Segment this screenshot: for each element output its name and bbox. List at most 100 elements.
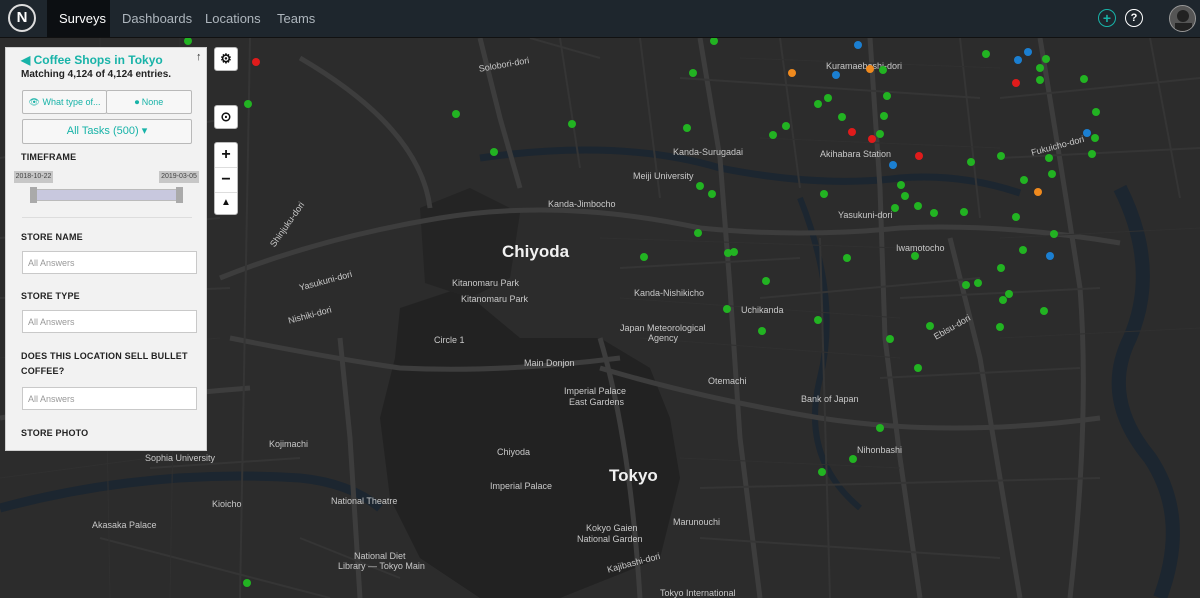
map-pin[interactable] xyxy=(820,190,828,198)
map-pin[interactable] xyxy=(930,209,938,217)
map-pin[interactable] xyxy=(868,135,876,143)
map-pin[interactable] xyxy=(490,148,498,156)
map-pin[interactable] xyxy=(876,130,884,138)
map-pin[interactable] xyxy=(1083,129,1091,137)
map-pin[interactable] xyxy=(1024,48,1032,56)
map-pin[interactable] xyxy=(982,50,990,58)
map-pin[interactable] xyxy=(568,120,576,128)
locate-button[interactable]: ⊙ xyxy=(214,105,238,129)
map-pin[interactable] xyxy=(244,100,252,108)
map-pin[interactable] xyxy=(1091,134,1099,142)
map-pin[interactable] xyxy=(1048,170,1056,178)
add-icon[interactable]: + xyxy=(1098,9,1116,27)
question-filter-button[interactable]: 👁 What type of... xyxy=(22,90,107,114)
map-pin[interactable] xyxy=(926,322,934,330)
map-pin[interactable] xyxy=(960,208,968,216)
timeframe-end-handle[interactable] xyxy=(176,187,183,203)
help-icon[interactable]: ? xyxy=(1125,9,1143,27)
map-pin[interactable] xyxy=(914,364,922,372)
map-pin[interactable] xyxy=(1036,76,1044,84)
map-pin[interactable] xyxy=(1046,252,1054,260)
map-pin[interactable] xyxy=(1019,246,1027,254)
map-pin[interactable] xyxy=(769,131,777,139)
map-pin[interactable] xyxy=(1045,154,1053,162)
map-pin[interactable] xyxy=(788,69,796,77)
map-pin[interactable] xyxy=(640,253,648,261)
map-pin[interactable] xyxy=(1042,55,1050,63)
map-pin[interactable] xyxy=(897,181,905,189)
timeframe-start-handle[interactable] xyxy=(30,187,37,203)
map-pin[interactable] xyxy=(962,281,970,289)
map-pin[interactable] xyxy=(814,100,822,108)
user-avatar[interactable] xyxy=(1169,5,1196,32)
map-pin[interactable] xyxy=(1092,108,1100,116)
map-pin[interactable] xyxy=(689,69,697,77)
zoom-in-button[interactable]: + xyxy=(215,143,237,168)
map-pin[interactable] xyxy=(782,122,790,130)
map-pin[interactable] xyxy=(1080,75,1088,83)
map-pin[interactable] xyxy=(880,112,888,120)
nav-dashboards[interactable]: Dashboards xyxy=(110,0,204,37)
nav-surveys[interactable]: Surveys xyxy=(47,0,110,37)
map-pin[interactable] xyxy=(824,94,832,102)
map-pin[interactable] xyxy=(915,152,923,160)
map-pin[interactable] xyxy=(1040,307,1048,315)
survey-title-link[interactable]: ◀ Coffee Shops in Tokyo xyxy=(21,53,163,67)
map-pin[interactable] xyxy=(914,202,922,210)
map-pin[interactable] xyxy=(758,327,766,335)
map-pin[interactable] xyxy=(1036,64,1044,72)
map-pin[interactable] xyxy=(1034,188,1042,196)
map-pin[interactable] xyxy=(1014,56,1022,64)
timeframe-slider-track[interactable] xyxy=(32,189,182,201)
map-pin[interactable] xyxy=(1050,230,1058,238)
map-pin[interactable] xyxy=(866,65,874,73)
map-pin[interactable] xyxy=(1012,79,1020,87)
map-pin[interactable] xyxy=(832,71,840,79)
map-pin[interactable] xyxy=(730,248,738,256)
collapse-arrow-icon[interactable]: ↑ xyxy=(196,51,202,63)
map-pin[interactable] xyxy=(997,264,1005,272)
map-pin[interactable] xyxy=(1005,290,1013,298)
map-pin[interactable] xyxy=(854,41,862,49)
map-pin[interactable] xyxy=(901,192,909,200)
map-pin[interactable] xyxy=(889,161,897,169)
bullet-coffee-input[interactable]: All Answers xyxy=(22,387,197,410)
store-type-input[interactable]: All Answers xyxy=(22,310,197,333)
map-pin[interactable] xyxy=(762,277,770,285)
map-pin[interactable] xyxy=(723,305,731,313)
map-pin[interactable] xyxy=(967,158,975,166)
map-pin[interactable] xyxy=(849,455,857,463)
map-pin[interactable] xyxy=(683,124,691,132)
map-pin[interactable] xyxy=(876,424,884,432)
map-pin[interactable] xyxy=(883,92,891,100)
map-pin[interactable] xyxy=(848,128,856,136)
map-pin[interactable] xyxy=(708,190,716,198)
map-pin[interactable] xyxy=(911,252,919,260)
zoom-out-button[interactable]: − xyxy=(215,168,237,193)
map-pin[interactable] xyxy=(1012,213,1020,221)
nav-teams[interactable]: Teams xyxy=(265,0,327,37)
map-pin[interactable] xyxy=(452,110,460,118)
map-pin[interactable] xyxy=(243,579,251,587)
map-pin[interactable] xyxy=(696,182,704,190)
layers-settings-button[interactable]: ⚙ xyxy=(214,47,238,71)
map-pin[interactable] xyxy=(1020,176,1028,184)
map-pin[interactable] xyxy=(843,254,851,262)
map-pin[interactable] xyxy=(694,229,702,237)
store-name-input[interactable]: All Answers xyxy=(22,251,197,274)
map-pin[interactable] xyxy=(886,335,894,343)
map-pin[interactable] xyxy=(879,66,887,74)
map-pin[interactable] xyxy=(252,58,260,66)
map-pin[interactable] xyxy=(814,316,822,324)
map-pin[interactable] xyxy=(996,323,1004,331)
tag-filter-button[interactable]: ⏺ None xyxy=(106,90,192,114)
map-pin[interactable] xyxy=(891,204,899,212)
map-pin[interactable] xyxy=(838,113,846,121)
map-pin[interactable] xyxy=(1088,150,1096,158)
app-logo[interactable]: N xyxy=(8,4,36,32)
nav-locations[interactable]: Locations xyxy=(193,0,273,37)
map-pin[interactable] xyxy=(974,279,982,287)
map-pin[interactable] xyxy=(818,468,826,476)
compass-button[interactable]: ▲ xyxy=(215,193,237,216)
all-tasks-dropdown[interactable]: All Tasks (500) ▾ xyxy=(22,119,192,144)
